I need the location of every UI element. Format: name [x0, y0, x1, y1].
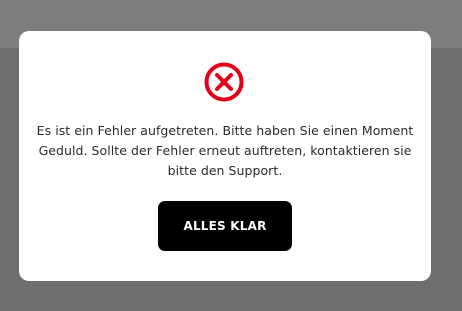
error-message-line: Geduld. Sollte der Fehler erneut auftret…: [38, 143, 412, 158]
error-message: Es ist ein Fehler aufgetreten. Bitte hab…: [19, 121, 431, 181]
error-message-line: Es ist ein Fehler aufgetreten. Bitte hab…: [36, 123, 414, 138]
confirm-button[interactable]: ALLES KLAR: [158, 201, 292, 251]
error-circle-x-icon: [203, 61, 245, 103]
error-message-line: bitte den Support.: [167, 163, 283, 178]
error-dialog: Es ist ein Fehler aufgetreten. Bitte hab…: [19, 31, 431, 281]
